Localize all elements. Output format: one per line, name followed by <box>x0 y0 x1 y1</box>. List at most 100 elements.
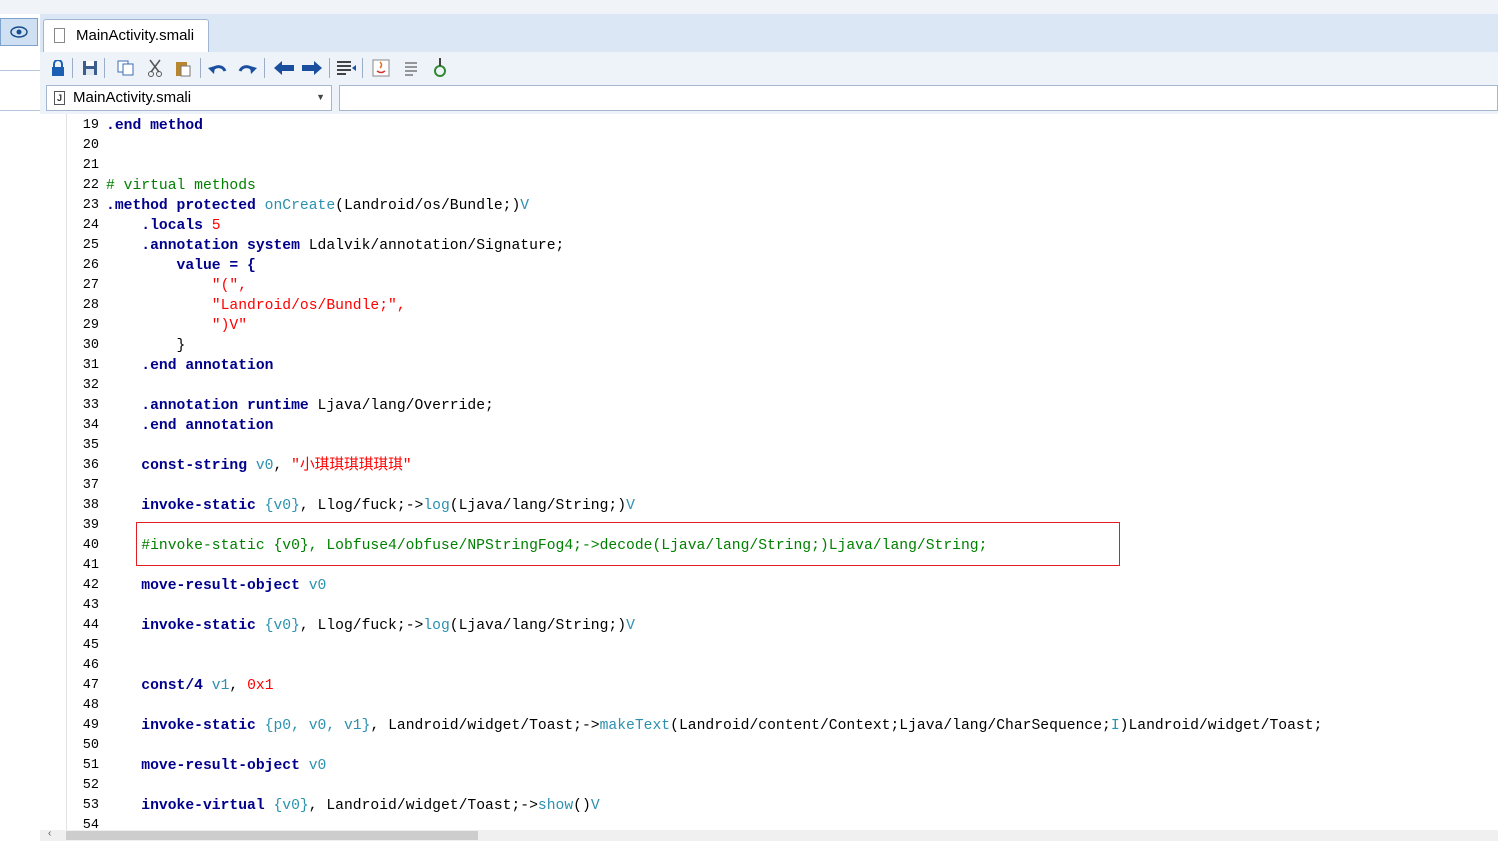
paste-icon[interactable] <box>173 58 193 78</box>
run-icon[interactable] <box>430 58 450 78</box>
code-line: 22 # virtual methods <box>40 176 1498 196</box>
horizontal-scrollbar[interactable]: ‹ <box>40 828 1498 841</box>
indent-icon[interactable] <box>336 58 356 78</box>
code-line: 47 const/4 v1, 0x1 <box>40 676 1498 696</box>
code-line: 30 } <box>40 336 1498 356</box>
toolbar <box>40 52 1498 84</box>
redo-icon[interactable] <box>237 58 257 78</box>
code-token: show <box>537 798 574 814</box>
code-token: 0x1 <box>247 678 274 694</box>
navigation-bar: J MainActivity.smali ▼ <box>40 84 1498 114</box>
code-line: 45 <box>40 636 1498 656</box>
code-token: (Ljava/lang/String;) <box>449 498 627 514</box>
code-token: , <box>273 458 292 474</box>
code-token: Ldalvik/annotation/Signature; <box>308 238 565 254</box>
toolbar-separator <box>200 58 201 78</box>
line-number: 45 <box>82 638 99 653</box>
line-number: 29 <box>82 318 99 333</box>
line-number: 23 <box>82 198 99 213</box>
file-selector-dropdown[interactable]: J MainActivity.smali ▼ <box>46 85 332 111</box>
scroll-left-icon[interactable]: ‹ <box>48 828 51 839</box>
code-token: Ljava/lang/Override; <box>317 398 494 414</box>
code-line: 33 .annotation runtime Ljava/lang/Overri… <box>40 396 1498 416</box>
code-text: .method protected onCreate(Landroid/os/B… <box>106 196 529 216</box>
list-icon[interactable] <box>401 58 421 78</box>
code-token: {p0, v0, v1} <box>264 718 371 734</box>
code-line: 37 <box>40 476 1498 496</box>
code-line: 42 move-result-object v0 <box>40 576 1498 596</box>
java-file-icon: J <box>54 91 65 105</box>
line-number: 44 <box>82 618 99 633</box>
code-token: onCreate <box>264 198 336 214</box>
code-token: 5 <box>211 218 221 234</box>
code-text: ")V" <box>106 316 247 336</box>
lock-icon[interactable] <box>48 58 68 78</box>
line-number: 47 <box>82 678 99 693</box>
code-token: .locals <box>106 218 212 234</box>
line-number: 48 <box>82 698 99 713</box>
line-number: 27 <box>82 278 99 293</box>
code-editor[interactable]: 19 .end method 20 21 22 # virtual methods 23 .m… <box>40 114 1498 830</box>
code-line: 34 .end annotation <box>40 416 1498 436</box>
code-line: 51 move-result-object v0 <box>40 756 1498 776</box>
code-line: 26 value = { <box>40 256 1498 276</box>
code-token: V <box>626 498 635 514</box>
code-text: .annotation system Ldalvik/annotation/Si… <box>106 236 564 256</box>
code-token: invoke-static <box>106 718 265 734</box>
file-selector-value: MainActivity.smali <box>73 89 192 106</box>
code-token: value = { <box>106 258 256 274</box>
code-token: , <box>229 678 248 694</box>
file-icon <box>54 28 65 43</box>
chevron-down-icon[interactable]: ▼ <box>316 92 325 102</box>
back-arrow-icon[interactable] <box>274 58 294 78</box>
code-text: value = { <box>106 256 256 276</box>
code-text: .locals 5 <box>106 216 221 236</box>
cut-icon[interactable] <box>145 58 165 78</box>
line-number: 49 <box>82 718 99 733</box>
line-number: 20 <box>82 138 99 153</box>
search-input[interactable] <box>339 85 1498 111</box>
panel-divider <box>0 110 40 111</box>
code-text: # virtual methods <box>106 176 256 196</box>
code-line: 54 <box>40 816 1498 830</box>
line-number: 39 <box>82 518 99 533</box>
code-token: .end method <box>106 118 203 134</box>
line-number: 25 <box>82 238 99 253</box>
forward-arrow-icon[interactable] <box>302 58 322 78</box>
java-icon[interactable] <box>371 58 391 78</box>
line-number: 43 <box>82 598 99 613</box>
code-line: 35 <box>40 436 1498 456</box>
line-number: 50 <box>82 738 99 753</box>
code-text: move-result-object v0 <box>106 756 326 776</box>
code-line: 44 invoke-static {v0}, Llog/fuck;->log(L… <box>40 616 1498 636</box>
undo-icon[interactable] <box>208 58 228 78</box>
scrollbar-thumb[interactable] <box>66 831 478 840</box>
code-line: 38 invoke-static {v0}, Llog/fuck;->log(L… <box>40 496 1498 516</box>
code-line: 19 .end method <box>40 116 1498 136</box>
code-token: move-result-object <box>106 758 309 774</box>
line-number: 34 <box>82 418 99 433</box>
code-token: v0 <box>255 458 274 474</box>
code-text: invoke-virtual {v0}, Landroid/widget/Toa… <box>106 796 599 816</box>
code-token: const/4 <box>106 678 212 694</box>
code-line: 27 "(", <box>40 276 1498 296</box>
copy-icon[interactable] <box>116 58 136 78</box>
tab-mainactivity-smali[interactable]: MainActivity.smali <box>43 19 209 52</box>
left-panel <box>0 14 40 841</box>
code-token: (Landroid/content/Context;Ljava/lang/Cha… <box>670 718 1111 734</box>
code-text: } <box>106 336 186 356</box>
line-number: 52 <box>82 778 99 793</box>
line-number: 28 <box>82 298 99 313</box>
code-token: } <box>106 338 186 354</box>
toolbar-separator <box>104 58 105 78</box>
code-token: move-result-object <box>106 578 309 594</box>
code-token: v0 <box>308 758 327 774</box>
line-number: 37 <box>82 478 99 493</box>
eye-icon[interactable] <box>0 18 38 46</box>
code-line: 23 .method protected onCreate(Landroid/os… <box>40 196 1498 216</box>
code-token: "小琪琪琪琪琪琪" <box>291 458 412 474</box>
save-icon[interactable] <box>80 58 100 78</box>
code-token: I <box>1110 718 1120 734</box>
code-line: 43 <box>40 596 1498 616</box>
line-number: 54 <box>82 818 99 830</box>
